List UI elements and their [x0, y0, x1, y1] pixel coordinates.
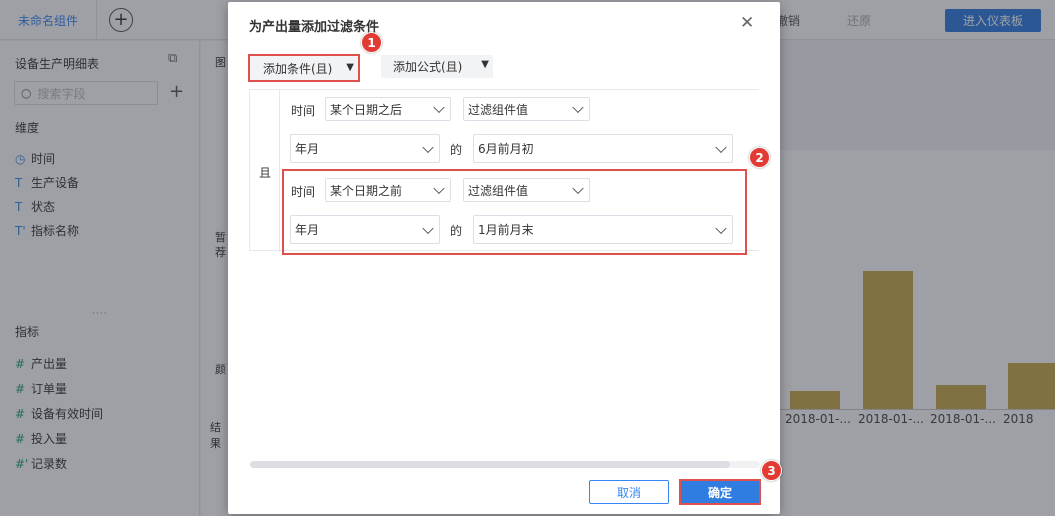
condition-unit-select[interactable]: 年月 [290, 134, 440, 163]
select-value: 年月 [295, 142, 320, 156]
horizontal-scrollbar[interactable] [250, 461, 760, 468]
caret-down-icon: ▼ [346, 62, 354, 73]
dialog-title: 为产出量添加过滤条件 [249, 20, 380, 35]
and-group-line [279, 90, 280, 252]
condition-operator-select[interactable]: 某个日期之后 [325, 97, 451, 121]
condition-value-select[interactable]: 6月前月初 [473, 134, 733, 163]
chevron-down-icon [422, 141, 434, 153]
condition-value-type-select[interactable]: 过滤组件值 [463, 97, 590, 121]
chevron-down-icon [572, 101, 584, 114]
add-condition-label: 添加条件(且) [263, 61, 333, 76]
chevron-down-icon [433, 101, 445, 114]
and-label: 且 [259, 166, 272, 180]
select-value: 过滤组件值 [468, 102, 529, 117]
condition-field-label: 时间 [291, 104, 316, 118]
step-marker: 2 [749, 147, 770, 168]
scrollbar-thumb[interactable] [250, 461, 730, 468]
cancel-button[interactable]: 取消 [589, 480, 669, 504]
step-marker: 1 [361, 32, 382, 53]
highlight-box [282, 169, 747, 255]
chevron-down-icon [715, 141, 727, 153]
add-condition-button[interactable]: 添加条件(且) ▼ [248, 54, 360, 82]
select-value: 某个日期之后 [330, 102, 403, 117]
confirm-button[interactable]: 确定 [679, 479, 761, 505]
select-value: 6月前月初 [478, 142, 534, 156]
close-icon[interactable]: ✕ [740, 13, 754, 33]
add-formula-label: 添加公式(且) [393, 60, 463, 74]
filter-dialog: 为产出量添加过滤条件 ✕ 添加条件(且) ▼ 添加公式(且) ▼ 且 时间 某个… [228, 2, 780, 514]
add-formula-button[interactable]: 添加公式(且) ▼ [381, 55, 493, 78]
step-marker: 3 [761, 460, 782, 481]
caret-down-icon: ▼ [481, 59, 489, 70]
of-label: 的 [450, 143, 463, 157]
